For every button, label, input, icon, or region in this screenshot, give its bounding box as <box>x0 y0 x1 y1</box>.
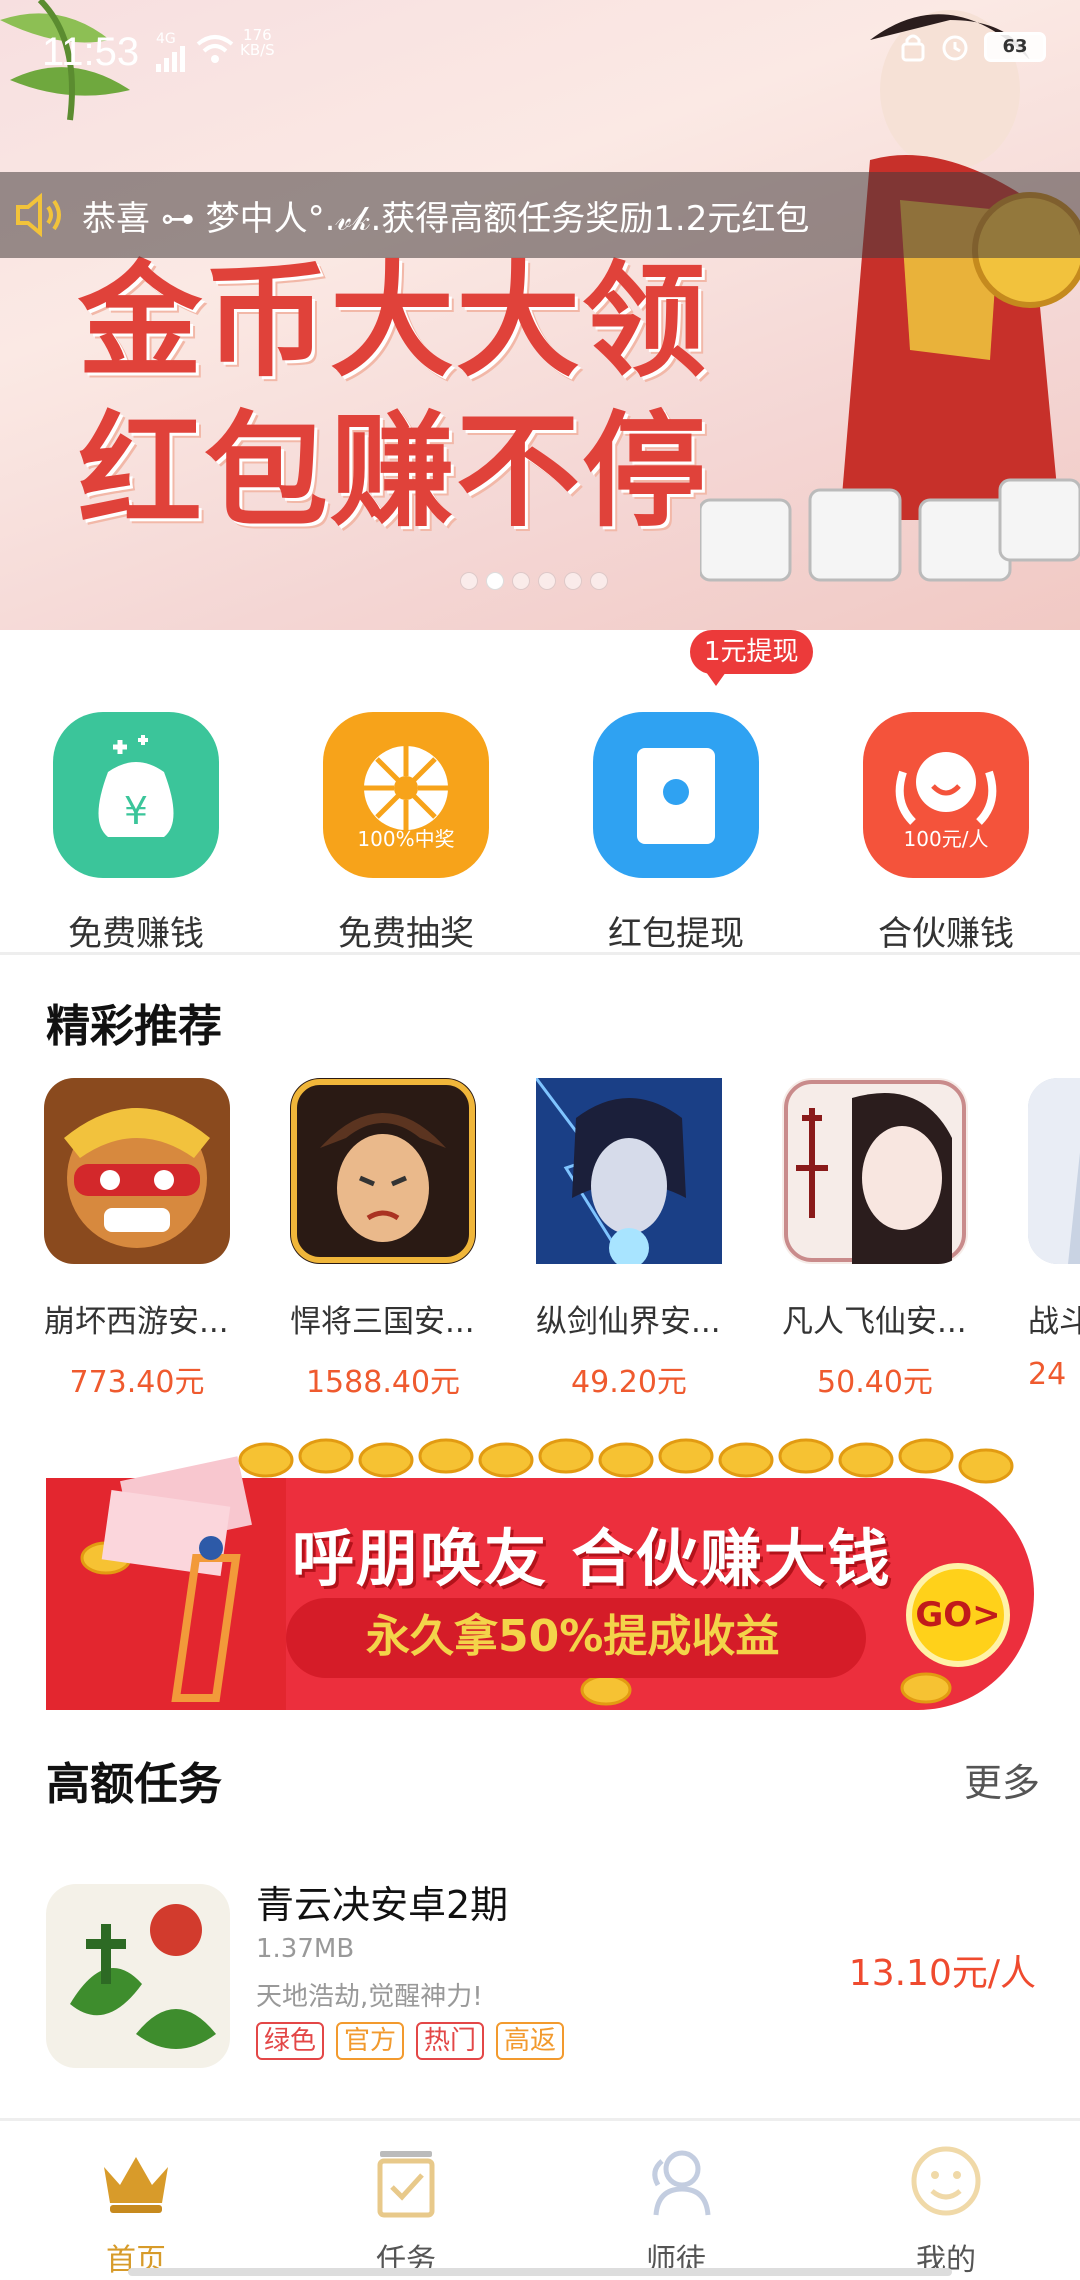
red-envelope-icon <box>593 712 759 878</box>
tasks-title: 高额任务 <box>46 1759 222 1810</box>
quick-label: 红包提现 <box>608 914 744 954</box>
recommend-item[interactable]: 崩坏西游安... 773.40元 <box>44 1078 244 1401</box>
recommend-item[interactable]: 凡人飞仙安... 50.40元 <box>782 1078 982 1401</box>
task-item[interactable]: 青云决安卓2期 1.37MB 天地浩劫,觉醒神力! 绿色 官方 热门 高返 13… <box>0 1860 1080 2110</box>
money-bag-icon: ¥ <box>53 712 219 878</box>
game-icon <box>290 1078 476 1264</box>
game-name: 崩坏西游安... <box>44 1304 229 1340</box>
section-divider <box>0 952 1080 955</box>
battery-indicator: 63 <box>984 32 1046 62</box>
lottery-wheel-icon: 100%中奖 <box>323 712 489 878</box>
game-name: 凡人飞仙安... <box>782 1304 967 1340</box>
recommend-item[interactable]: 纵剑仙界安... 49.20元 <box>536 1078 736 1401</box>
lock-icon <box>901 34 925 62</box>
status-icons: 63 <box>900 32 1046 62</box>
top-banner[interactable]: 金币大大领 红包赚不停 <box>0 0 1080 630</box>
notice-bar[interactable]: 恭喜 ⊶ 梦中人°.𝓋𝓀.获得高额任务奖励1.2元红包 <box>0 172 1080 258</box>
signal-icon <box>156 46 185 72</box>
game-icon <box>782 1078 968 1264</box>
game-name: 纵剑仙界安... <box>536 1304 721 1340</box>
network-label: 4G <box>156 31 176 47</box>
recommend-item[interactable]: 悍将三国安... 1588.40元 <box>290 1078 490 1401</box>
promo-title: 呼朋唤友 合伙赚大钱 <box>292 1522 892 1595</box>
crown-icon <box>104 2157 168 2213</box>
status-bar: 11:53 4G 176 KB/S 63 <box>0 22 1080 82</box>
wifi-icon <box>196 35 234 63</box>
lottery-sub: 100%中奖 <box>357 827 455 851</box>
partner-icon: 100元/人 <box>863 712 1029 878</box>
task-reward: 13.10元/人 <box>848 1953 1036 1994</box>
invite-promo-banner[interactable]: 呼朋唤友 合伙赚大钱 永久拿50%提成收益 GO> <box>46 1438 1034 1710</box>
tag-official: 官方 <box>336 2022 405 2060</box>
bottom-navigation: 首页 任务 师徒 我的 <box>0 2118 1080 2280</box>
net-speed: 176 KB/S <box>240 28 275 58</box>
partner-sub: 100元/人 <box>903 827 989 851</box>
task-name: 青云决安卓2期 <box>256 1883 509 1927</box>
promo-subtitle: 永久拿50%提成收益 <box>366 1611 780 1662</box>
nav-tasks[interactable]: 任务 <box>306 2141 506 2279</box>
recommend-item[interactable]: 战斗 24 <box>1028 1078 1080 1392</box>
character-illustration <box>700 10 1080 582</box>
game-icon <box>44 1078 230 1264</box>
mentor-icon <box>652 2150 711 2216</box>
svg-text:¥: ¥ <box>124 789 148 833</box>
game-icon <box>1028 1078 1080 1264</box>
game-name: 战斗 <box>1028 1304 1080 1340</box>
banner-pagination <box>460 572 608 590</box>
tag-green: 绿色 <box>256 2022 325 2060</box>
tag-hot: 热门 <box>416 2022 485 2060</box>
notice-text: 恭喜 ⊶ 梦中人°.𝓋𝓀.获得高额任务奖励1.2元红包 <box>82 198 810 239</box>
promo-go-button[interactable]: GO> <box>906 1563 1010 1667</box>
task-tags: 绿色 官方 热门 高返 <box>256 2022 565 2060</box>
quick-item-withdraw[interactable]: 红包提现 <box>576 670 776 955</box>
recommend-title: 精彩推荐 <box>46 1001 222 1052</box>
network-type: 4G <box>156 32 186 72</box>
quick-entries: 1元提现 ¥ 免费赚钱 100%中奖 免费抽奖 红包提现 100元/人 合伙赚钱 <box>0 630 1080 954</box>
speaker-icon <box>16 192 61 238</box>
task-checkbox-icon <box>377 2151 435 2218</box>
game-name: 悍将三国安... <box>290 1304 475 1340</box>
nav-mine[interactable]: 我的 <box>846 2141 1046 2279</box>
game-price: 24 <box>1028 1357 1067 1392</box>
game-price: 773.40元 <box>69 1365 205 1400</box>
quick-item-free-earn[interactable]: ¥ 免费赚钱 <box>36 670 236 955</box>
pagination-dot <box>590 572 608 590</box>
task-size: 1.37MB <box>256 1934 355 1964</box>
recommend-list[interactable]: 崩坏西游安... 773.40元 悍将三国安... 1588.40元 纵剑仙界安… <box>0 1078 1080 1418</box>
game-price: 1588.40元 <box>305 1365 461 1400</box>
withdraw-badge: 1元提现 <box>690 630 813 686</box>
game-icon <box>536 1078 722 1264</box>
pagination-dot <box>564 572 582 590</box>
pagination-dot <box>538 572 556 590</box>
quick-label: 合伙赚钱 <box>878 914 1014 954</box>
nav-home[interactable]: 首页 <box>36 2141 236 2279</box>
task-game-icon <box>46 1884 230 2068</box>
clock: 11:53 <box>42 30 140 74</box>
speed-unit: KB/S <box>240 41 275 59</box>
home-indicator <box>128 2268 952 2276</box>
quick-label: 免费抽奖 <box>338 914 474 954</box>
nav-mentor[interactable]: 师徒 <box>576 2141 776 2279</box>
quick-item-lottery[interactable]: 100%中奖 免费抽奖 <box>306 670 506 955</box>
pagination-dot <box>460 572 478 590</box>
quick-label: 免费赚钱 <box>68 914 204 954</box>
game-price: 50.40元 <box>817 1365 933 1400</box>
pagination-dot-active <box>486 572 504 590</box>
task-description: 天地浩劫,觉醒神力! <box>256 1982 483 2012</box>
alarm-icon <box>942 35 968 61</box>
game-price: 49.20元 <box>571 1365 687 1400</box>
quick-item-partner[interactable]: 100元/人 合伙赚钱 <box>846 670 1046 955</box>
tag-high-return: 高返 <box>496 2022 565 2060</box>
smiley-icon <box>911 2146 981 2216</box>
pagination-dot <box>512 572 530 590</box>
banner-headline-2: 红包赚不停 <box>78 400 709 544</box>
more-tasks-link[interactable]: 更多 <box>964 1752 1040 1807</box>
